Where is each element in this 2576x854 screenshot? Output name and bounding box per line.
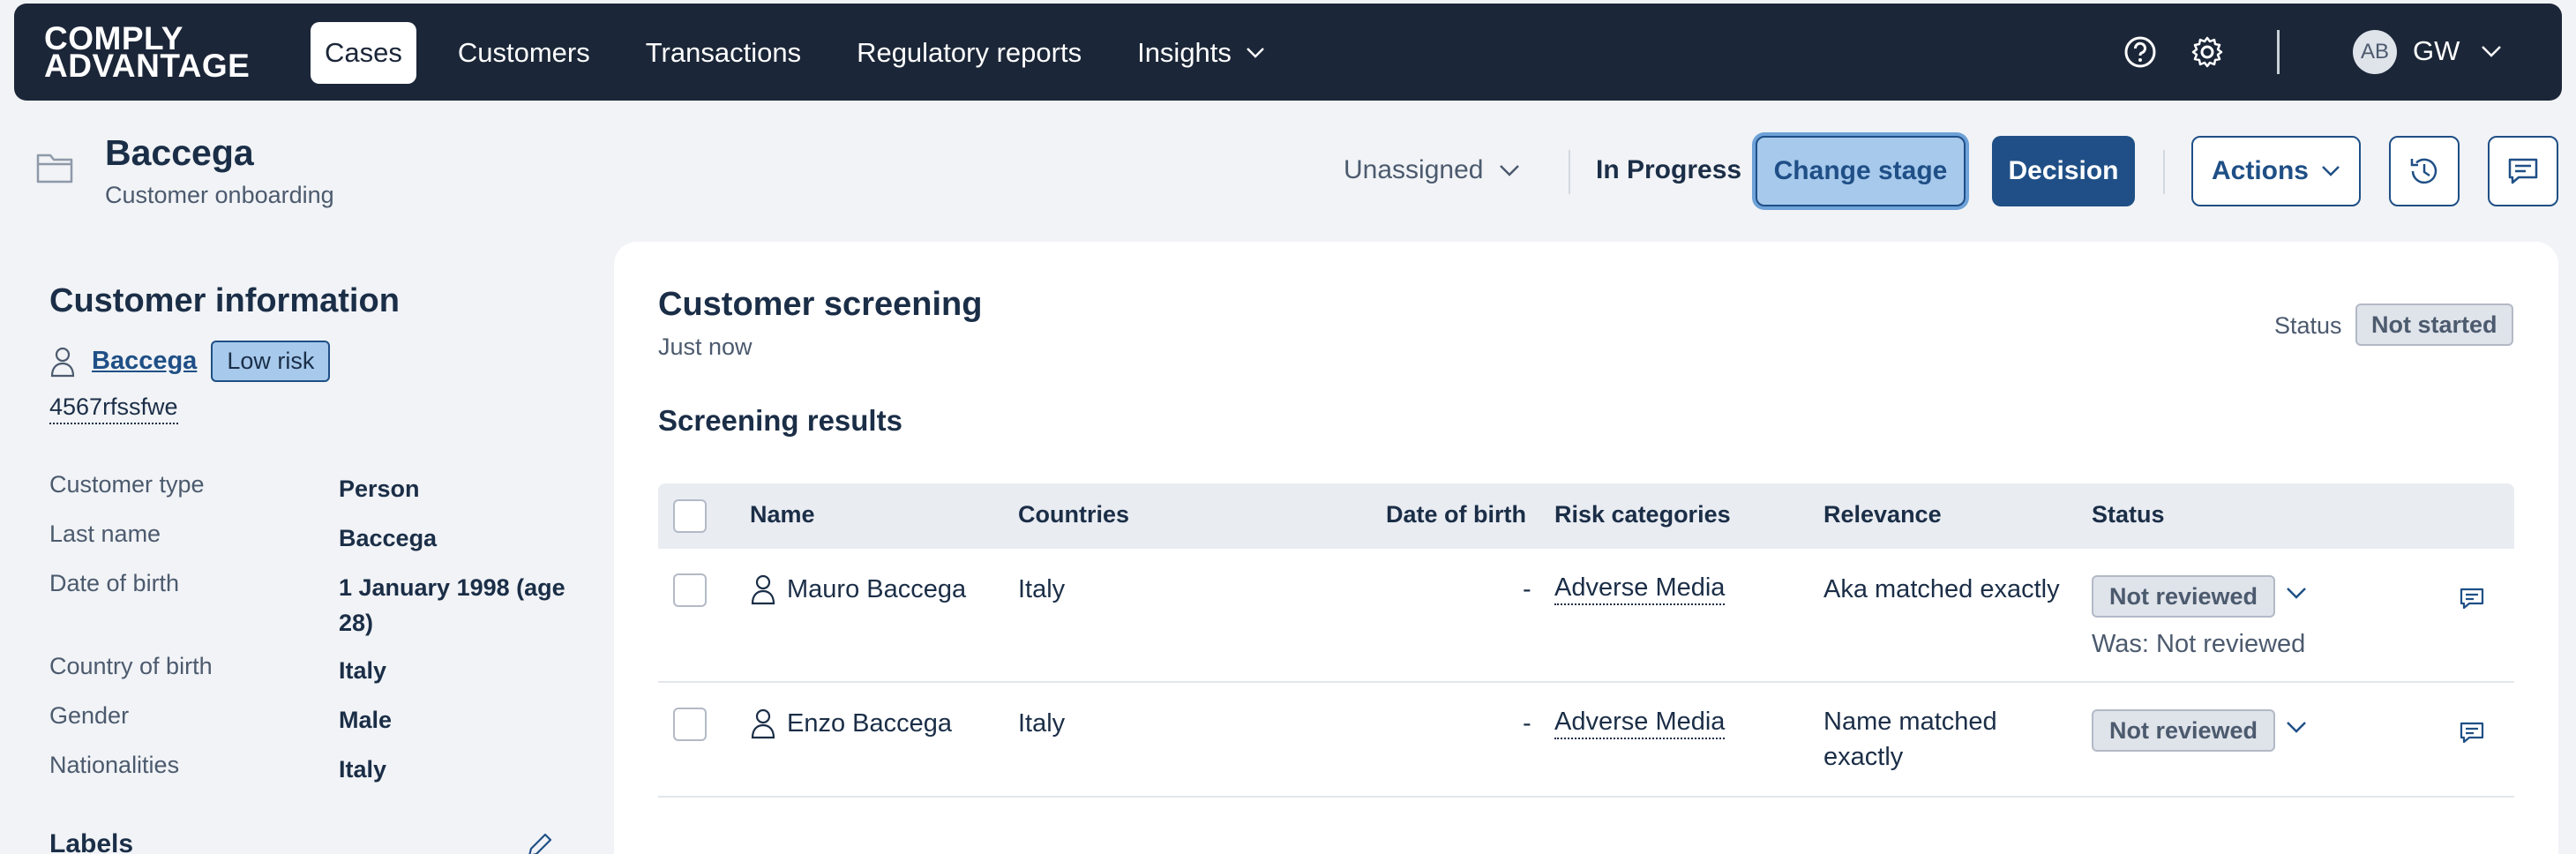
info-value: Person: [339, 476, 420, 502]
case-header: Baccega Customer onboarding Unassigned I…: [0, 124, 2576, 221]
nav-tab-transactions[interactable]: Transactions: [632, 22, 815, 84]
customer-info-sidebar: Customer information Baccega Low risk 45…: [49, 282, 565, 854]
match-relevance: Name matched exactly: [1823, 708, 1997, 771]
actions-button[interactable]: Actions: [2191, 136, 2361, 206]
match-relevance: Aka matched exactly: [1823, 575, 2060, 603]
comment-icon: [2508, 158, 2538, 184]
labels-heading: Labels: [49, 829, 134, 854]
chevron-down-icon: [2322, 166, 2340, 176]
risk-category-label: Adverse Media: [1554, 708, 1726, 739]
info-label: Date of birth: [49, 570, 180, 596]
user-menu-chevron-down-icon[interactable]: [2480, 39, 2503, 64]
pencil-icon[interactable]: [524, 831, 554, 854]
nav-tabs: Cases Customers Transactions Regulatory …: [311, 22, 1307, 84]
match-risk-category[interactable]: Adverse Media: [1554, 708, 1726, 739]
table-row[interactable]: Mauro Baccega Italy - Adverse Media Aka …: [658, 549, 2514, 683]
column-header-relevance[interactable]: Relevance: [1823, 501, 1942, 528]
customer-info-heading: Customer information: [49, 282, 400, 319]
row-checkbox[interactable]: [673, 573, 707, 607]
screening-status-badge: Not started: [2355, 303, 2513, 346]
nav-tab-insights-label: Insights: [1137, 37, 1232, 68]
match-country: Italy: [1018, 709, 1066, 738]
history-icon: [2410, 158, 2437, 184]
chevron-down-icon[interactable]: [2285, 720, 2308, 736]
logo[interactable]: COMPLY ADVANTAGE: [44, 22, 251, 84]
change-stage-button[interactable]: Change stage: [1756, 136, 1966, 206]
nav-tab-regulatory-reports[interactable]: Regulatory reports: [842, 22, 1096, 84]
customer-name-link[interactable]: Baccega: [92, 347, 197, 376]
match-name[interactable]: Mauro Baccega: [750, 573, 966, 605]
screening-time: Just now: [658, 333, 753, 360]
info-label: Gender: [49, 702, 130, 729]
header-divider: [2163, 150, 2165, 194]
column-header-countries[interactable]: Countries: [1018, 501, 1129, 528]
match-name[interactable]: Enzo Baccega: [750, 708, 952, 739]
person-icon: [751, 574, 775, 605]
info-label: Customer type: [49, 471, 205, 498]
column-header-status[interactable]: Status: [2092, 501, 2165, 528]
info-value: Baccega: [339, 525, 438, 551]
case-subtitle: Customer onboarding: [105, 182, 334, 208]
info-label: Nationalities: [49, 752, 180, 778]
select-all-checkbox[interactable]: [673, 499, 707, 533]
nav-tab-customers[interactable]: Customers: [444, 22, 604, 84]
screening-panel: Customer screening Just now Status Not s…: [614, 242, 2558, 854]
info-label: Last name: [49, 521, 161, 547]
match-name-label: Mauro Baccega: [787, 574, 967, 603]
review-status-badge[interactable]: Not reviewed: [2092, 709, 2276, 752]
nav-tab-insights[interactable]: Insights: [1123, 22, 1279, 84]
nav-divider: [2277, 30, 2280, 74]
column-header-name[interactable]: Name: [750, 501, 815, 528]
assignee-dropdown[interactable]: Unassigned: [1344, 155, 1520, 185]
comment-icon[interactable]: [2458, 584, 2486, 612]
table-row[interactable]: Enzo Baccega Italy - Adverse Media Name …: [658, 683, 2514, 798]
chevron-down-icon: [1500, 165, 1520, 176]
help-circle-icon[interactable]: [2121, 33, 2160, 71]
person-icon: [50, 347, 75, 377]
comments-button[interactable]: [2488, 136, 2558, 206]
decision-button[interactable]: Decision: [1992, 136, 2135, 206]
chevron-down-icon[interactable]: [2285, 586, 2308, 602]
customer-name-row: Baccega Low risk: [49, 341, 331, 382]
assignee-label: Unassigned: [1344, 155, 1484, 184]
actions-label: Actions: [2211, 156, 2309, 185]
folder-icon: [36, 154, 73, 184]
gear-icon[interactable]: [2188, 33, 2227, 71]
column-header-risk-categories[interactable]: Risk categories: [1554, 501, 1731, 528]
top-navbar: COMPLY ADVANTAGE Cases Customers Transac…: [14, 4, 2562, 101]
history-button[interactable]: [2389, 136, 2460, 206]
logo-line-2: ADVANTAGE: [44, 48, 251, 84]
risk-badge: Low risk: [211, 341, 331, 382]
screening-title: Customer screening: [658, 286, 983, 323]
nav-tab-cases[interactable]: Cases: [311, 22, 416, 84]
column-header-date-of-birth[interactable]: Date of birth: [1386, 501, 1526, 528]
info-value: 1 January 1998 (age 28): [339, 574, 565, 636]
header-divider: [1569, 150, 1570, 194]
case-title: Baccega: [105, 132, 254, 173]
user-initials[interactable]: GW: [2413, 35, 2460, 67]
screening-status-label: Status: [2274, 312, 2342, 339]
avatar[interactable]: AB: [2353, 30, 2397, 74]
customer-id[interactable]: 4567rfssfwe: [49, 393, 178, 424]
table-header: Name Countries Date of birth Risk catego…: [658, 483, 2514, 549]
comment-icon[interactable]: [2458, 718, 2486, 746]
info-label: Country of birth: [49, 653, 213, 679]
info-value: Italy: [339, 657, 387, 684]
row-checkbox[interactable]: [673, 708, 707, 741]
match-dob: -: [1523, 709, 1531, 738]
person-icon: [751, 708, 775, 739]
previous-status: Was: Not reviewed: [2092, 630, 2306, 658]
match-name-label: Enzo Baccega: [787, 708, 953, 738]
info-value: Male: [339, 707, 393, 733]
match-country: Italy: [1018, 575, 1066, 603]
info-value: Italy: [339, 756, 387, 783]
chevron-down-icon: [1247, 48, 1264, 58]
review-status-badge[interactable]: Not reviewed: [2092, 575, 2276, 618]
match-dob: -: [1523, 575, 1531, 603]
risk-category-label: Adverse Media: [1554, 573, 1726, 605]
match-risk-category[interactable]: Adverse Media: [1554, 573, 1726, 605]
case-status: In Progress: [1596, 155, 1742, 184]
screening-results-heading: Screening results: [658, 404, 902, 437]
